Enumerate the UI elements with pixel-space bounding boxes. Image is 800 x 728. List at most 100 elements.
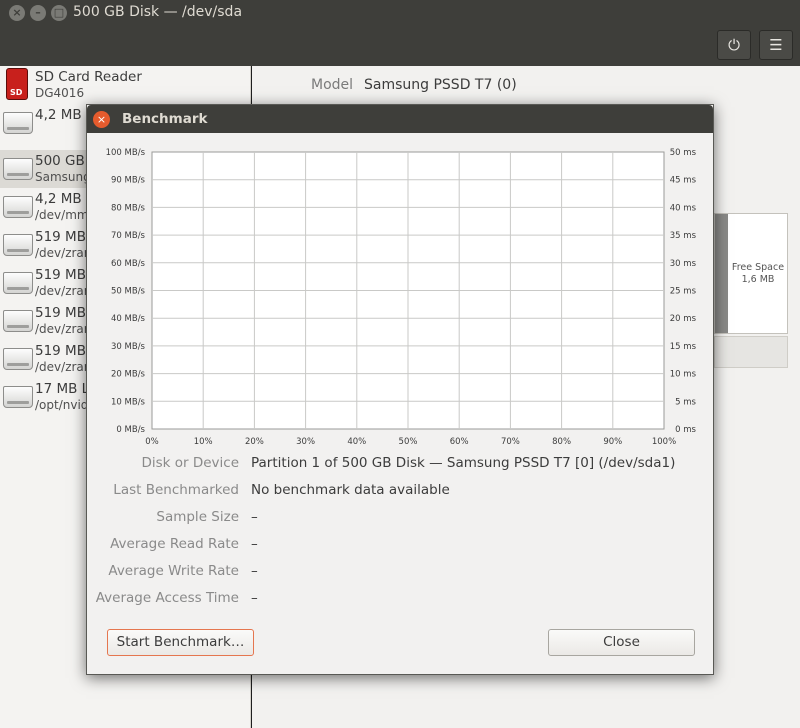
y-left-tick-label: 20 MB/s	[111, 370, 146, 380]
device-name: 4,2 MB	[35, 107, 82, 123]
property-row: Average Access Time –	[87, 590, 713, 610]
model-value: Samsung PSSD T7 (0)	[364, 77, 517, 93]
property-row: Sample Size –	[87, 509, 713, 529]
device-subtitle: /opt/nvid	[35, 398, 89, 412]
y-right-tick-label: 35 ms	[670, 231, 697, 241]
device-subtitle: /dev/zrar	[35, 246, 89, 260]
y-left-tick-label: 70 MB/s	[111, 231, 146, 241]
y-right-tick-label: 30 ms	[670, 259, 697, 269]
dialog-title: Benchmark	[122, 111, 208, 127]
start-benchmark-button[interactable]: Start Benchmark…	[107, 629, 254, 656]
device-subtitle: DG4016	[35, 86, 85, 100]
device-name: 519 MB	[35, 267, 86, 283]
x-tick-label: 20%	[245, 437, 264, 447]
power-button[interactable]: ⏻	[717, 30, 751, 60]
device-name: SD Card Reader	[35, 69, 142, 85]
drive-icon	[3, 272, 33, 294]
free-space-value: 1,6 MB	[741, 274, 775, 285]
x-tick-label: 80%	[552, 437, 571, 447]
y-right-tick-label: 40 ms	[670, 203, 697, 213]
property-row: Disk or Device Partition 1 of 500 GB Disk…	[87, 455, 713, 475]
property-value: –	[251, 509, 258, 525]
y-left-tick-label: 90 MB/s	[111, 176, 146, 186]
property-value: No benchmark data available	[251, 482, 450, 498]
partition-segment[interactable]	[715, 214, 728, 333]
device-name: 519 MB	[35, 343, 86, 359]
drive-icon	[3, 348, 33, 370]
device-subtitle: /dev/zrar	[35, 284, 89, 298]
property-label: Average Write Rate	[108, 563, 239, 579]
y-left-tick-label: 100 MB/s	[106, 148, 146, 158]
close-button[interactable]: Close	[548, 629, 695, 656]
drive-icon	[3, 310, 33, 332]
device-subtitle: /dev/zrar	[35, 322, 89, 336]
y-right-tick-label: 5 ms	[675, 397, 696, 407]
drive-icon	[3, 158, 33, 180]
drive-icon	[3, 234, 33, 256]
property-label: Average Read Rate	[110, 536, 239, 552]
dialog-titlebar: × Benchmark	[87, 105, 713, 133]
menu-button[interactable]: ☰	[759, 30, 793, 60]
y-right-tick-label: 50 ms	[670, 148, 697, 158]
y-left-tick-label: 80 MB/s	[111, 203, 146, 213]
property-value: Partition 1 of 500 GB Disk — Samsung PSS…	[251, 455, 676, 471]
property-value: –	[251, 563, 258, 579]
device-subtitle: /dev/mm	[35, 208, 89, 222]
hamburger-menu-icon: ☰	[769, 36, 783, 54]
device-name: 519 MB	[35, 305, 86, 321]
y-right-tick-label: 10 ms	[670, 370, 697, 380]
free-space-segment[interactable]: Free Space 1,6 MB	[729, 262, 787, 286]
property-row: Average Write Rate –	[87, 563, 713, 583]
drive-icon	[3, 196, 33, 218]
device-name: 17 MB L	[35, 381, 90, 397]
benchmark-dialog: × Benchmark 0% 10% 20% 30% 40% 50% 60% 70% 80% 90…	[86, 104, 714, 675]
x-tick-label: 30%	[296, 437, 315, 447]
power-icon: ⏻	[728, 36, 740, 54]
x-tick-label: 70%	[501, 437, 520, 447]
y-left-tick-label: 40 MB/s	[111, 314, 146, 324]
sidebar-device-item[interactable]: SD Card ReaderDG4016	[0, 66, 251, 104]
model-label: Model	[311, 77, 354, 93]
property-label: Disk or Device	[141, 455, 239, 471]
property-label: Average Access Time	[95, 590, 239, 606]
window-minimize-button[interactable]: –	[30, 5, 46, 21]
device-name: 519 MB	[35, 229, 86, 245]
x-tick-label: 50%	[399, 437, 418, 447]
property-row: Average Read Rate –	[87, 536, 713, 556]
device-name: 4,2 MB	[35, 191, 82, 207]
y-left-tick-label: 50 MB/s	[111, 287, 146, 297]
y-left-tick-label: 10 MB/s	[111, 397, 146, 407]
drive-icon	[3, 112, 33, 134]
volume-bar[interactable]: Free Space 1,6 MB	[714, 213, 788, 334]
y-left-tick-label: 30 MB/s	[111, 342, 146, 352]
drive-icon	[3, 386, 33, 408]
property-row: Last Benchmarked No benchmark data availa…	[87, 482, 713, 502]
x-tick-label: 90%	[603, 437, 622, 447]
property-label: Last Benchmarked	[113, 482, 239, 498]
sd-card-icon	[6, 68, 28, 100]
property-value: –	[251, 536, 258, 552]
benchmark-chart: 0% 10% 20% 30% 40% 50% 60% 70% 80% 90% 100% 0 MB/s 1…	[106, 148, 697, 447]
window-maximize-button[interactable]: □	[51, 5, 67, 21]
x-tick-label: 100%	[652, 437, 676, 447]
x-tick-label: 10%	[194, 437, 213, 447]
window-title: 500 GB Disk — /dev/sda	[73, 4, 243, 20]
device-name: 500 GB	[35, 153, 85, 169]
dialog-close-icon[interactable]: ×	[93, 111, 110, 128]
y-right-tick-label: 25 ms	[670, 287, 697, 297]
y-right-tick-label: 15 ms	[670, 342, 697, 352]
y-right-tick-label: 45 ms	[670, 176, 697, 186]
volume-sub-strip	[714, 336, 788, 368]
window-controls: × – □	[9, 5, 67, 21]
x-tick-label: 60%	[450, 437, 469, 447]
x-tick-label: 0%	[145, 437, 159, 447]
window-close-button[interactable]: ×	[9, 5, 25, 21]
y-left-tick-label: 0 MB/s	[116, 425, 145, 435]
property-value: –	[251, 590, 258, 606]
window-titlebar: × – □ 500 GB Disk — /dev/sda ⏻ ☰	[0, 0, 800, 66]
y-left-tick-label: 60 MB/s	[111, 259, 146, 269]
free-space-label: Free Space	[731, 262, 785, 273]
y-right-tick-label: 20 ms	[670, 314, 697, 324]
x-tick-label: 40%	[347, 437, 366, 447]
device-subtitle: Samsung	[35, 170, 91, 184]
